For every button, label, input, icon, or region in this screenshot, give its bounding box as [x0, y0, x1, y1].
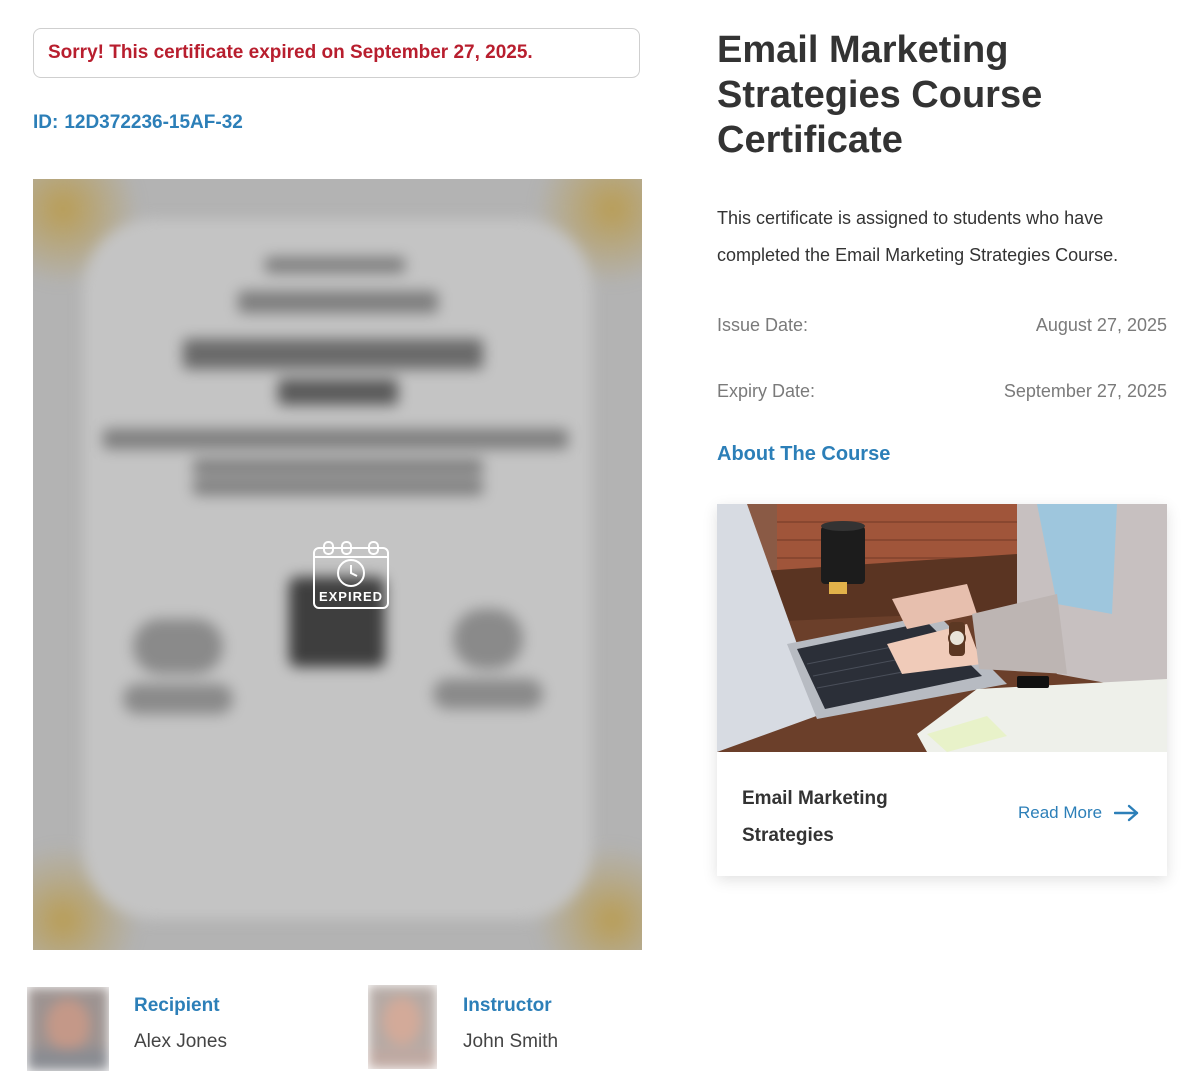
certificate-id: ID: 12D372236-15AF-32 — [33, 112, 243, 134]
recipient-avatar — [27, 987, 109, 1071]
certificate-id-value: 12D372236-15AF-32 — [64, 112, 243, 133]
expired-calendar-icon: EXPIRED — [313, 541, 389, 609]
expired-alert-message: Sorry! This certificate expired on Septe… — [48, 42, 533, 63]
expiry-date-label: Expiry Date: — [717, 381, 816, 401]
expired-alert: Sorry! This certificate expired on Septe… — [33, 28, 640, 78]
read-more-label[interactable]: Read More — [1018, 803, 1102, 823]
certificate-description: This certificate is assigned to students… — [717, 208, 1119, 265]
course-card[interactable]: Email Marketing Strategies Read More — [717, 504, 1167, 876]
course-name[interactable]: Email Marketing Strategies — [742, 780, 942, 854]
certificate-id-label: ID: — [33, 112, 59, 133]
issue-date-value: August 27, 2025 — [1035, 315, 1167, 335]
expired-label: EXPIRED — [319, 589, 383, 604]
certificate-preview: EXPIRED — [33, 179, 642, 950]
expiry-date-value: September 27, 2025 — [1003, 381, 1167, 401]
instructor-avatar — [368, 985, 437, 1069]
instructor-role: Instructor — [463, 995, 552, 1016]
issue-date-row: Issue Date: August 27, 2025 — [717, 315, 1167, 336]
instructor-name[interactable]: John Smith — [463, 1031, 558, 1053]
expiry-date-row: Expiry Date: September 27, 2025 — [717, 381, 1167, 402]
read-more-link[interactable]: Read More — [1018, 803, 1140, 823]
recipient-role: Recipient — [134, 995, 220, 1016]
course-image[interactable] — [717, 504, 1167, 752]
about-the-course-link[interactable]: About The Course — [717, 443, 890, 466]
certificate-title: Email Marketing Strategies Course Certif… — [717, 29, 1043, 161]
recipient-name[interactable]: Alex Jones — [134, 1031, 227, 1053]
issue-date-label: Issue Date: — [717, 315, 809, 335]
arrow-right-icon[interactable] — [1114, 804, 1140, 822]
